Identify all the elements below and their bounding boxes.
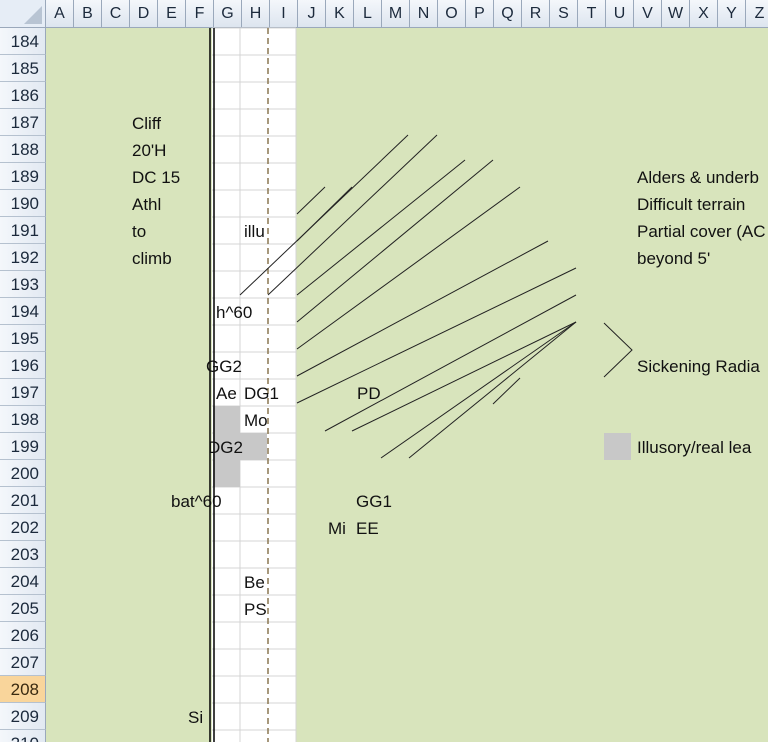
legend-sickening-label: Sickening Radia — [637, 357, 760, 376]
alder-hatch-line — [408, 321, 577, 459]
token-bat60: bat^60 — [171, 492, 222, 511]
alder-hatch-line — [324, 294, 577, 432]
token-be: Be — [244, 573, 265, 592]
alder-hatch-line — [296, 267, 577, 404]
legend-alders-line-2: Difficult terrain — [637, 195, 746, 214]
cliff-label-line-6: climb — [132, 249, 172, 268]
token-gg1: GG1 — [356, 492, 392, 511]
token-mo: Mo — [244, 411, 268, 430]
token-pd: PD — [357, 384, 381, 403]
token-dg2: DG2 — [208, 438, 243, 457]
sickening-chevron-icon — [603, 322, 633, 378]
token-ps: PS — [244, 600, 267, 619]
token-mi: Mi — [328, 519, 346, 538]
cliff-label-line-5: to — [132, 222, 147, 241]
alder-hatch-line — [492, 377, 521, 405]
alder-hatch-line — [296, 159, 494, 323]
gray-cell — [213, 460, 240, 487]
token-ae: Ae — [216, 384, 237, 403]
legend-alders-line-1: Alders & underb — [637, 168, 759, 187]
cliff-label-line-2: 20'H — [132, 141, 167, 160]
alder-hatch-line — [296, 240, 549, 377]
alder-hatch-line — [380, 321, 577, 459]
cliff-label-line-1: Cliff — [132, 114, 161, 133]
token-si: Si — [188, 708, 204, 727]
token-illu: illu — [244, 222, 265, 241]
token-gg2: GG2 — [206, 357, 242, 376]
gray-cell — [213, 406, 240, 433]
alder-hatch-line — [351, 321, 577, 432]
cliff-label-line-4: Athl — [132, 195, 162, 214]
illusory-legend-swatch — [604, 433, 631, 460]
legend-alders-line-3: Partial cover (AC — [637, 222, 766, 241]
cliff-label-line-3: DC 15 — [132, 168, 181, 187]
token-dg1: DG1 — [244, 384, 279, 403]
alder-hatch-line — [296, 159, 466, 296]
spreadsheet: ABCDEFGHIJKLMNOPQRSTUVWXYZ 184 185 186 187 1… — [0, 0, 768, 742]
legend-illusory-label: Illusory/real lea — [637, 438, 752, 457]
token-h60: h^60 — [216, 303, 253, 322]
alder-hatch-line — [296, 186, 326, 215]
legend-alders-line-4: beyond 5' — [637, 249, 711, 268]
token-ee: EE — [356, 519, 379, 538]
